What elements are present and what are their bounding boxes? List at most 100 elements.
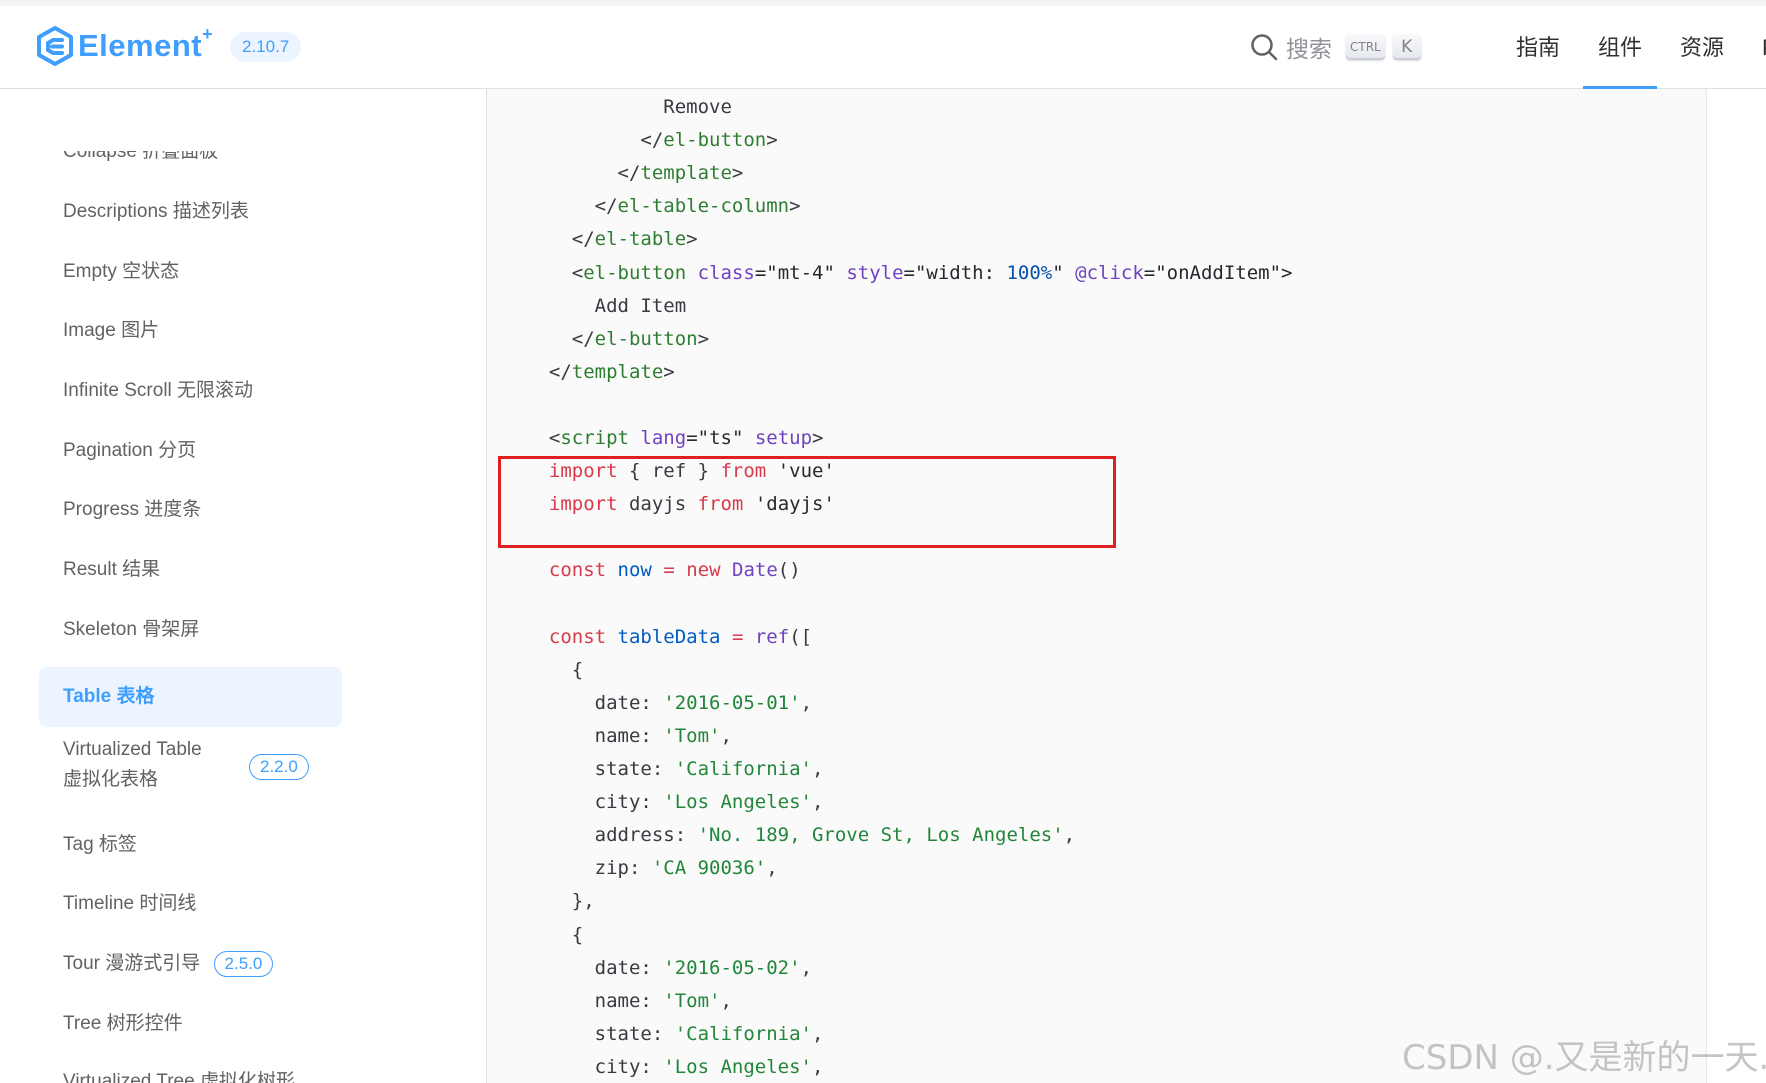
code-token: </ — [526, 162, 641, 185]
code-line: city: 'Los Angeles', — [526, 1050, 824, 1083]
code-line: </template> — [526, 156, 744, 190]
code-token: , — [812, 1022, 824, 1045]
version-pill: 2.2.0 — [249, 754, 309, 780]
code-token: el-button — [583, 261, 687, 284]
code-line: state: 'California', — [526, 752, 824, 786]
code-line: </el-table> — [526, 222, 698, 256]
sidebar-item-progress[interactable]: Progress 进度条 — [63, 495, 201, 525]
sidebar-item-result[interactable]: Result 结果 — [63, 555, 160, 585]
code-token: date: — [526, 956, 664, 979]
code-token: el-table-column — [617, 195, 790, 218]
code-token: date: — [526, 691, 664, 714]
kbd-k: K — [1392, 34, 1421, 60]
code-token: 'Los Angeles' — [663, 1055, 812, 1078]
code-token: , — [812, 1055, 824, 1078]
nav-guide[interactable]: 指南 — [1497, 0, 1579, 89]
code-token: const — [548, 625, 607, 648]
code-token: Add Item — [526, 294, 687, 317]
code-line: address: 'No. 189, Grove St, Los Angeles… — [526, 818, 1075, 852]
code-token: 'Los Angeles' — [663, 791, 812, 814]
code-line: date: '2016-05-02', — [526, 951, 812, 985]
code-token: 'No. 189, Grove St, Los Angeles' — [697, 824, 1064, 847]
sidebar-item-virtualized-table[interactable]: Virtualized Table 虚拟化表格 2.2.0 — [63, 735, 343, 801]
code-token: zip: — [526, 857, 652, 880]
code-token: </ — [526, 327, 595, 350]
code-line: zip: 'CA 90036', — [526, 851, 778, 885]
code-token: @click — [1075, 261, 1144, 284]
code-token: ="ts" — [686, 427, 755, 449]
code-token: { — [526, 923, 584, 946]
sidebar-item-tree[interactable]: Tree 树形控件 — [63, 1009, 183, 1039]
sidebar-item-collapse[interactable]: Collapse 折叠面板 — [63, 151, 218, 167]
code-token: '2016-05-01' — [663, 691, 801, 714]
code-token: template — [571, 360, 664, 383]
code-line: const tableData = ref([ — [526, 620, 812, 654]
code-token: 'California' — [674, 1022, 812, 1045]
code-token: setup — [754, 427, 813, 449]
sidebar-item-pagination[interactable]: Pagination 分页 — [63, 436, 196, 466]
sidebar-item-skeleton[interactable]: Skeleton 骨架屏 — [63, 615, 199, 645]
code-token: , — [812, 758, 824, 780]
code-line: { — [526, 918, 583, 952]
sidebar-item-table[interactable]: Table 表格 — [63, 682, 155, 712]
code-token: lang — [640, 427, 687, 449]
code-line: date: '2016-05-01', — [526, 686, 812, 720]
code-token: </ — [526, 228, 595, 251]
logo-text: Element — [78, 28, 203, 63]
code-line: </el-button> — [526, 123, 777, 157]
code-token: </ — [526, 195, 618, 218]
version-badge[interactable]: 2.10.7 — [230, 32, 302, 62]
watermark: CSDN @.又是新的一天. — [1402, 1038, 1766, 1078]
search-icon — [1251, 34, 1278, 61]
code-token: city: — [526, 791, 664, 814]
code-line: </el-button> — [526, 322, 709, 356]
code-token: script — [560, 427, 629, 449]
code-token: ="mt-4" — [754, 261, 847, 284]
code-token: </ — [526, 360, 572, 383]
logo[interactable]: Element + — [36, 24, 213, 66]
sidebar-item-tour[interactable]: Tour 漫游式引导 2.5.0 — [63, 949, 274, 979]
code-line: city: 'Los Angeles', — [526, 785, 824, 819]
sidebar-item-virtualized-tree[interactable]: Virtualized Tree 虚拟化树形 — [63, 1067, 295, 1083]
code-line: const now = new Date() — [526, 553, 801, 587]
kbd-ctrl: CTRL — [1346, 34, 1385, 60]
sidebar-item-image[interactable]: Image 图片 — [63, 316, 159, 346]
search-button[interactable]: 搜索 CTRL K — [1250, 30, 1421, 64]
code-token: el-button — [594, 327, 698, 350]
nav-resources[interactable]: 资源 — [1661, 0, 1743, 89]
code-token: 'California' — [674, 758, 812, 780]
code-token: , — [720, 989, 732, 1012]
nav-playground[interactable]: Play — [1743, 0, 1766, 89]
code-token: ="width: — [903, 261, 1007, 284]
code-token: template — [640, 162, 732, 185]
code-token: = — [731, 625, 744, 648]
version-pill: 2.5.0 — [213, 950, 274, 977]
code-token: 'Tom' — [663, 989, 721, 1012]
code-token: ref — [754, 625, 790, 648]
code-token: > — [697, 327, 710, 350]
code-token: name: — [526, 724, 664, 747]
sidebar-item-descriptions[interactable]: Descriptions 描述列表 — [63, 197, 249, 227]
sidebar-item-timeline[interactable]: Timeline 时间线 — [63, 889, 196, 919]
code-token: = — [663, 559, 675, 582]
code-token: name: — [526, 989, 664, 1012]
code-line: <script lang="ts" setup> — [526, 421, 824, 455]
code-token: " — [1052, 261, 1076, 284]
sidebar-item-infinite-scroll[interactable]: Infinite Scroll 无限滚动 — [63, 376, 253, 406]
sidebar-item-label: Tour 漫游式引导 — [63, 953, 201, 974]
code-token: Remove — [526, 96, 732, 118]
code-token: </ — [526, 129, 664, 152]
sidebar-item-tag[interactable]: Tag 标签 — [63, 830, 137, 860]
sidebar-item-empty[interactable]: Empty 空状态 — [63, 257, 179, 287]
code-token: , — [720, 724, 732, 747]
nav-components[interactable]: 组件 — [1579, 0, 1661, 89]
sidebar: Collapse 折叠面板 Descriptions 描述列表 Empty 空状… — [0, 89, 487, 1083]
code-token: , — [812, 791, 824, 814]
code-token: '2016-05-02' — [663, 956, 801, 979]
